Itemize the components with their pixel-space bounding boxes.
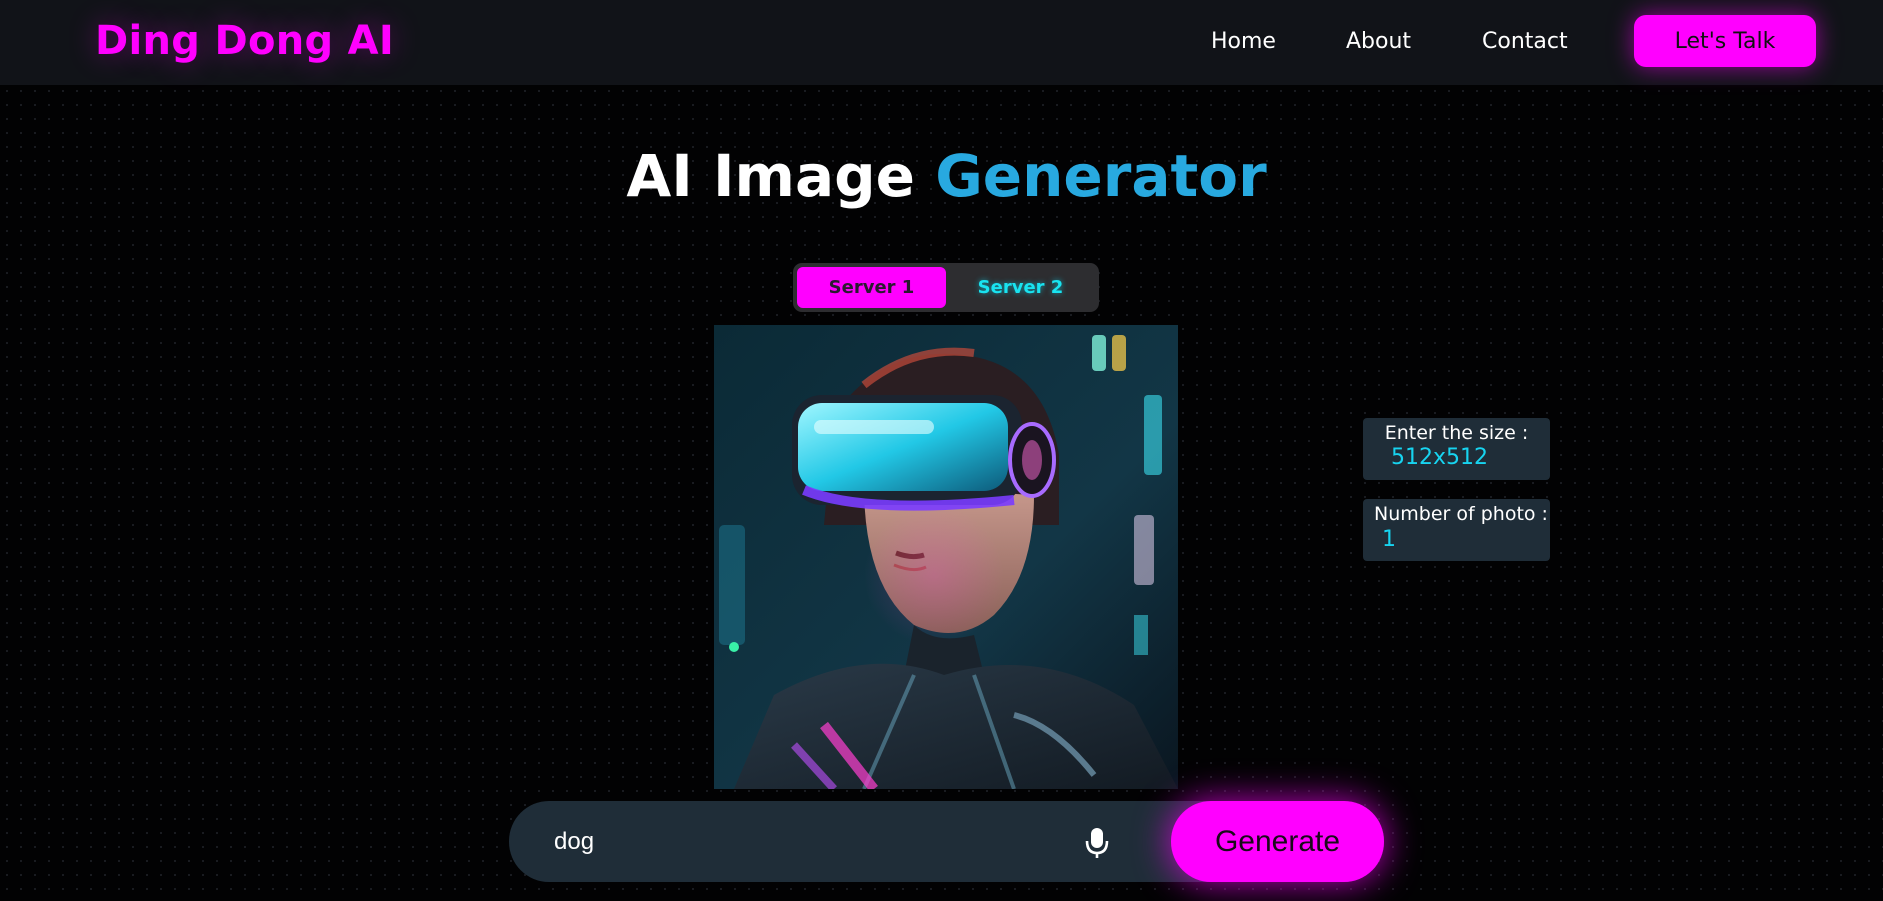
lets-talk-button[interactable]: Let's Talk [1634, 15, 1816, 67]
nav-about-link[interactable]: About [1346, 29, 1426, 54]
generated-image [714, 325, 1178, 789]
count-input[interactable] [1382, 527, 1532, 552]
top-navbar: Ding Dong AI Home About Contact Let's Ta… [0, 0, 1883, 85]
title-main: AI Image [626, 142, 936, 210]
server-2-button[interactable]: Server 2 [946, 267, 1095, 308]
prompt-input[interactable] [554, 823, 1044, 861]
nav-home-link[interactable]: Home [1211, 29, 1291, 54]
cyberpunk-vr-portrait [714, 325, 1178, 789]
nav-contact-link[interactable]: Contact [1482, 29, 1602, 54]
size-input[interactable] [1391, 445, 1541, 470]
size-option-box: Enter the size : [1363, 418, 1550, 480]
title-accent: Generator [935, 142, 1267, 210]
count-option-box: Number of photo : [1363, 499, 1550, 561]
page-title: AI Image Generator [0, 142, 1883, 210]
size-label: Enter the size : [1384, 422, 1529, 444]
microphone-icon[interactable] [1082, 826, 1112, 860]
generate-button[interactable]: Generate [1171, 801, 1384, 882]
server-1-button[interactable]: Server 1 [797, 267, 946, 308]
server-toggle: Server 1 Server 2 [793, 263, 1099, 312]
brand-logo[interactable]: Ding Dong AI [95, 18, 394, 64]
count-label: Number of photo : [1374, 503, 1548, 525]
